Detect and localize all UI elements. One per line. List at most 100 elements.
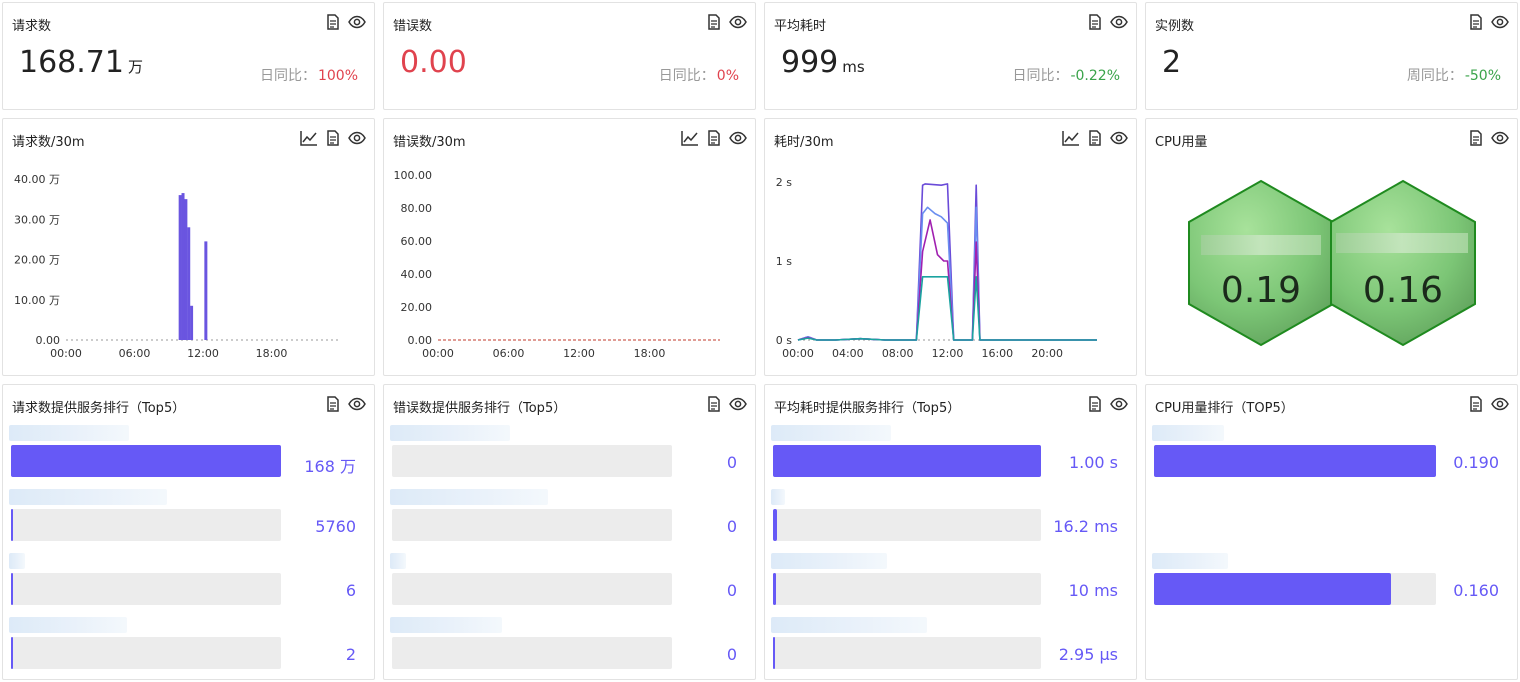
rank-value: 5760 — [315, 517, 356, 536]
rank-bar-track — [773, 445, 1041, 477]
document-icon[interactable] — [1086, 395, 1104, 413]
stat-card-requests: 请求数 168.71 万 日同比： 100% — [2, 2, 375, 110]
rank-row[interactable]: 5760 — [3, 489, 374, 549]
bar[interactable] — [178, 195, 182, 340]
bar[interactable] — [181, 193, 185, 340]
rank-value: 0.160 — [1453, 581, 1499, 600]
rank-bar-fill — [11, 509, 13, 541]
stat-value-number: 168.71 — [19, 45, 124, 80]
document-icon[interactable] — [705, 13, 723, 31]
card-tools — [1467, 395, 1509, 413]
service-name-redacted — [9, 489, 167, 505]
y-tick-label: 0.00 — [408, 334, 433, 347]
service-name-redacted — [771, 425, 891, 441]
x-tick-label: 16:00 — [981, 347, 1013, 360]
rank-card-cpu: CPU用量排行（TOP5） 0.190 0.160 — [1145, 384, 1518, 680]
y-tick-label: 20.00 — [401, 301, 433, 314]
bar[interactable] — [190, 305, 194, 340]
document-icon[interactable] — [1467, 13, 1485, 31]
comparison-value: -0.22% — [1070, 68, 1120, 84]
eye-icon[interactable] — [1491, 395, 1509, 413]
rank-row[interactable]: 6 — [3, 553, 374, 613]
stat-comparison: 周同比： -50% — [1407, 65, 1501, 85]
service-name-redacted — [771, 489, 785, 505]
cpu-hex-instance-2[interactable]: 0.16 — [1330, 179, 1476, 347]
stat-value: 168.71 万 — [19, 45, 143, 80]
errors-line-chart: 0.00 20.00 40.00 60.00 80.00 100.00 00:00 06:00… — [394, 169, 720, 360]
rank-value: 2.95 μs — [1058, 645, 1118, 664]
rank-row[interactable]: 0 — [384, 553, 755, 613]
rank-bar-fill — [773, 573, 776, 605]
x-tick-label: 00:00 — [50, 347, 82, 360]
rank-card-errors: 错误数提供服务排行（Top5） 0 0 0 0 — [383, 384, 756, 680]
bar[interactable] — [184, 199, 188, 340]
stat-value-number: 0.00 — [400, 45, 467, 80]
document-icon[interactable] — [1467, 395, 1485, 413]
comparison-label: 日同比： — [259, 68, 316, 84]
y-tick-label: 10.00 万 — [14, 294, 60, 307]
rank-value: 6 — [345, 581, 356, 600]
rank-bar-fill — [773, 445, 1041, 477]
bar[interactable] — [204, 241, 208, 340]
rank-value: 16.2 ms — [1053, 517, 1118, 536]
y-tick-label: 80.00 — [401, 202, 433, 215]
rank-value: 1.00 s — [1068, 453, 1118, 472]
rank-bar-track — [1154, 445, 1436, 477]
series-line[interactable] — [797, 276, 1097, 341]
rank-row[interactable]: 0.190 — [1146, 425, 1517, 485]
service-name-redacted — [390, 617, 502, 633]
eye-icon[interactable] — [348, 13, 366, 31]
card-tools — [324, 395, 366, 413]
service-name-redacted — [771, 617, 927, 633]
card-tools — [1086, 395, 1128, 413]
x-tick-label: 06:00 — [493, 347, 525, 360]
comparison-label: 周同比： — [1406, 68, 1463, 84]
rank-row[interactable]: 0.160 — [1146, 553, 1517, 613]
card-tools — [324, 13, 366, 31]
chart-card-requests: 请求数/30m 0.00 10.00 万 20.00 万 30.00 万 40.00 万… — [2, 118, 375, 376]
rank-row[interactable]: 168 万 — [3, 425, 374, 485]
comparison-label: 日同比： — [1012, 68, 1069, 84]
card-tools — [705, 395, 747, 413]
card-title: 错误数提供服务排行（Top5） — [393, 401, 567, 416]
service-name-redacted — [771, 553, 887, 569]
rank-bar-fill — [773, 637, 775, 669]
rank-bar-fill — [11, 445, 281, 477]
stat-card-instances: 实例数 2 周同比： -50% — [1145, 2, 1518, 110]
eye-icon[interactable] — [348, 395, 366, 413]
service-name-redacted — [1152, 425, 1224, 441]
eye-icon[interactable] — [1110, 395, 1128, 413]
x-tick-label: 08:00 — [882, 347, 914, 360]
card-title: 平均耗时 — [774, 19, 827, 34]
series-line[interactable] — [797, 206, 1097, 341]
rank-row[interactable]: 2 — [3, 617, 374, 677]
x-tick-label: 18:00 — [634, 347, 666, 360]
stat-value: 2 — [1162, 45, 1181, 80]
rank-value: 168 万 — [304, 457, 356, 476]
card-title: 请求数 — [12, 19, 52, 34]
document-icon[interactable] — [324, 395, 342, 413]
service-name-redacted — [390, 425, 510, 441]
bar[interactable] — [187, 227, 191, 340]
eye-icon[interactable] — [1110, 13, 1128, 31]
y-tick-label: 40.00 万 — [14, 173, 60, 186]
document-icon[interactable] — [1086, 13, 1104, 31]
service-name-redacted — [390, 553, 406, 569]
y-tick-label: 30.00 万 — [14, 213, 60, 226]
rank-bar-track — [1154, 573, 1436, 605]
rank-row[interactable]: 0 — [384, 425, 755, 485]
rank-row[interactable]: 0 — [384, 489, 755, 549]
stat-value-number: 2 — [1162, 45, 1182, 80]
eye-icon[interactable] — [729, 13, 747, 31]
eye-icon[interactable] — [1491, 13, 1509, 31]
rank-row[interactable]: 10 ms — [765, 553, 1136, 613]
document-icon[interactable] — [324, 13, 342, 31]
document-icon[interactable] — [705, 395, 723, 413]
cpu-hex-instance-1[interactable]: 0.19 — [1188, 179, 1334, 347]
rank-row[interactable]: 16.2 ms — [765, 489, 1136, 549]
rank-row[interactable]: 1.00 s — [765, 425, 1136, 485]
rank-card-requests: 请求数提供服务排行（Top5） 168 万 5760 6 2 — [2, 384, 375, 680]
rank-row[interactable]: 0 — [384, 617, 755, 677]
eye-icon[interactable] — [729, 395, 747, 413]
rank-row[interactable]: 2.95 μs — [765, 617, 1136, 677]
